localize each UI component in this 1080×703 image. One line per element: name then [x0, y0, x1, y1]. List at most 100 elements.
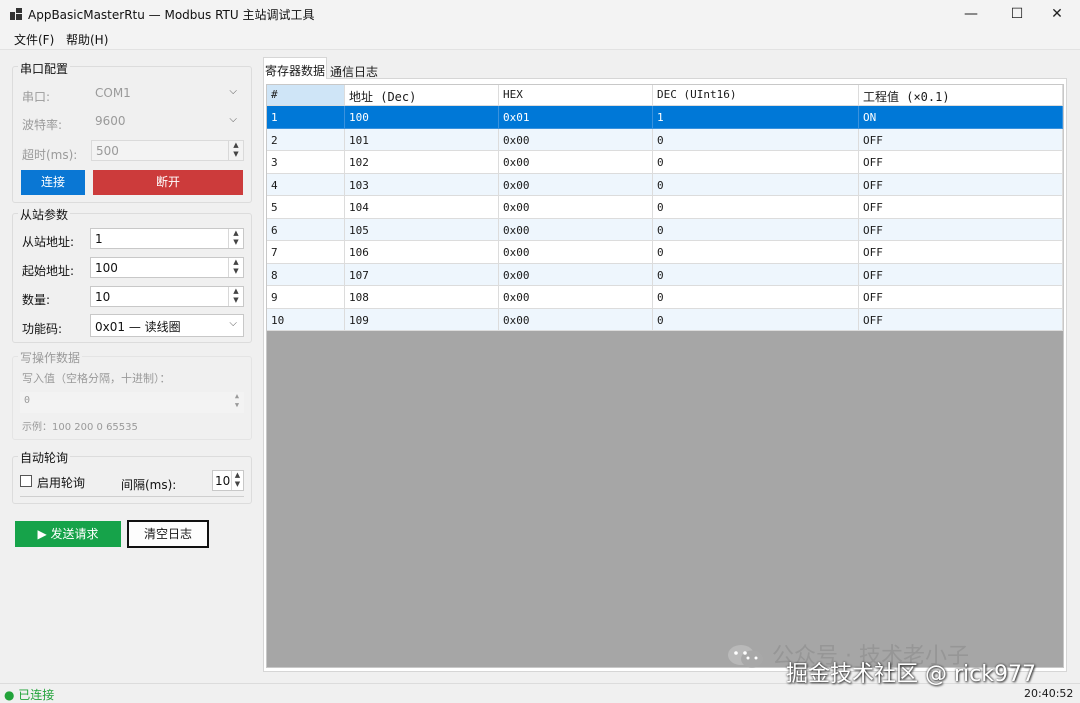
- timeout-label: 超时(ms):: [22, 148, 78, 162]
- connect-button[interactable]: 连接: [21, 170, 85, 195]
- function-code-select[interactable]: 0x01 — 读线圈 ⌵: [90, 314, 244, 337]
- table-cell: 1: [653, 106, 859, 129]
- column-header-dec[interactable]: DEC (UInt16): [653, 85, 859, 106]
- table-row[interactable]: 1 100 0x01 1 ON: [267, 106, 1063, 129]
- table-cell: 0x00: [499, 173, 653, 196]
- menu-help[interactable]: 帮助(H): [66, 31, 108, 48]
- stepper-arrows-icon[interactable]: ▲ ▼: [228, 229, 243, 248]
- column-header-index[interactable]: #: [267, 85, 345, 106]
- interval-label: 间隔(ms):: [121, 478, 177, 492]
- disconnect-button[interactable]: 断开: [93, 170, 243, 195]
- table-cell: 0: [653, 173, 859, 196]
- table-cell: 10: [267, 308, 345, 331]
- table-cell: 8: [267, 263, 345, 286]
- table-cell: OFF: [859, 196, 1063, 219]
- baud-select[interactable]: 9600 ⌵: [91, 111, 243, 133]
- connection-status: ● 已连接: [4, 688, 55, 702]
- table-cell: OFF: [859, 128, 1063, 151]
- close-icon[interactable]: ✕: [1034, 0, 1080, 28]
- scroll-arrows-icon[interactable]: ▲ ▼: [230, 392, 244, 413]
- table-row[interactable]: 8 107 0x00 0 OFF: [267, 263, 1063, 286]
- table-cell: 103: [345, 173, 499, 196]
- table-cell: 101: [345, 128, 499, 151]
- tab-comm-log[interactable]: 通信日志: [328, 59, 380, 79]
- chevron-down-icon: ⌵: [229, 86, 237, 97]
- port-select[interactable]: COM1 ⌵: [91, 83, 243, 105]
- start-address-stepper[interactable]: 100 ▲ ▼: [90, 257, 244, 278]
- start-address-value: 100: [95, 261, 118, 275]
- table-cell: 0x00: [499, 241, 653, 264]
- tab-register-data[interactable]: 寄存器数据: [263, 57, 327, 79]
- timeout-stepper[interactable]: 500 ▲ ▼: [91, 140, 244, 161]
- count-value: 10: [95, 290, 111, 304]
- write-values-input[interactable]: 0 ▲ ▼: [20, 392, 244, 413]
- write-values-value: 0: [24, 395, 31, 406]
- table-cell: 0x00: [499, 286, 653, 309]
- stepper-arrows-icon[interactable]: ▲ ▼: [228, 287, 243, 306]
- send-request-button[interactable]: ▶ 发送请求: [15, 521, 121, 547]
- table-cell: 102: [345, 151, 499, 174]
- auto-poll-title: 自动轮询: [18, 449, 71, 466]
- interval-value: 10: [215, 474, 231, 488]
- count-label: 数量:: [22, 293, 51, 307]
- port-label: 串口:: [22, 90, 51, 104]
- menu-file[interactable]: 文件(F): [14, 31, 54, 48]
- table-row[interactable]: 4 103 0x00 0 OFF: [267, 173, 1063, 196]
- watermark-line2: 掘金技术社区 @ rick977: [786, 662, 1036, 687]
- table-row[interactable]: 2 101 0x00 0 OFF: [267, 128, 1063, 151]
- table-row[interactable]: 9 108 0x00 0 OFF: [267, 286, 1063, 309]
- write-example-label: 示例：100 200 0 65535: [22, 422, 138, 433]
- table-cell: OFF: [859, 151, 1063, 174]
- serial-config-title: 串口配置: [18, 60, 71, 77]
- table-row[interactable]: 3 102 0x00 0 OFF: [267, 151, 1063, 174]
- table-cell: 0x00: [499, 218, 653, 241]
- table-cell: 0x00: [499, 151, 653, 174]
- write-hint-label: 写入值（空格分隔，十进制）：: [22, 372, 171, 385]
- count-stepper[interactable]: 10 ▲ ▼: [90, 286, 244, 307]
- write-data-title: 写操作数据: [18, 349, 83, 366]
- table-cell: 0: [653, 128, 859, 151]
- baud-value: 9600: [95, 114, 126, 128]
- table-cell: 0: [653, 218, 859, 241]
- table-cell: 0: [653, 151, 859, 174]
- stepper-arrows-icon[interactable]: ▲ ▼: [228, 258, 243, 277]
- clear-log-button[interactable]: 清空日志: [127, 520, 209, 548]
- minimize-icon[interactable]: —: [948, 0, 994, 28]
- table-cell: ON: [859, 106, 1063, 129]
- table-cell: 109: [345, 308, 499, 331]
- enable-poll-label: 启用轮询: [37, 476, 86, 490]
- slave-address-label: 从站地址:: [22, 235, 75, 249]
- table-cell: OFF: [859, 286, 1063, 309]
- column-header-eng[interactable]: 工程值 (×0.1): [859, 85, 1063, 106]
- table-row[interactable]: 6 105 0x00 0 OFF: [267, 218, 1063, 241]
- enable-poll-checkbox[interactable]: [20, 475, 32, 487]
- column-header-hex[interactable]: HEX: [499, 85, 653, 106]
- table-cell: 0: [653, 308, 859, 331]
- column-header-address[interactable]: 地址 (Dec): [345, 85, 499, 106]
- table-row[interactable]: 10 109 0x00 0 OFF: [267, 308, 1063, 331]
- title-bar[interactable]: AppBasicMasterRtu — Modbus RTU 主站调试工具 — …: [0, 0, 1080, 28]
- baud-label: 波特率:: [22, 118, 63, 132]
- table-cell: 108: [345, 286, 499, 309]
- table-row[interactable]: 7 106 0x00 0 OFF: [267, 241, 1063, 264]
- start-address-label: 起始地址:: [22, 264, 75, 278]
- table-cell: 1: [267, 106, 345, 129]
- table-cell: OFF: [859, 263, 1063, 286]
- poll-divider: [20, 496, 244, 497]
- stepper-arrows-icon[interactable]: ▲ ▼: [228, 141, 243, 160]
- stepper-arrows-icon[interactable]: ▲ ▼: [231, 471, 243, 490]
- slave-params-title: 从站参数: [18, 206, 71, 223]
- table-cell: 0x00: [499, 263, 653, 286]
- app-icon: [10, 8, 22, 20]
- interval-stepper[interactable]: 10 ▲ ▼: [212, 470, 244, 491]
- table-cell: 9: [267, 286, 345, 309]
- table-cell: 0: [653, 241, 859, 264]
- menu-bar: 文件(F) 帮助(H): [0, 28, 1080, 50]
- slave-address-stepper[interactable]: 1 ▲ ▼: [90, 228, 244, 249]
- register-table[interactable]: # 地址 (Dec) HEX DEC (UInt16) 工程值 (×0.1) 1 100 0x…: [266, 84, 1064, 668]
- table-cell: 3: [267, 151, 345, 174]
- port-value: COM1: [95, 86, 131, 100]
- table-row[interactable]: 5 104 0x00 0 OFF: [267, 196, 1063, 219]
- table-cell: 5: [267, 196, 345, 219]
- table-cell: 0: [653, 286, 859, 309]
